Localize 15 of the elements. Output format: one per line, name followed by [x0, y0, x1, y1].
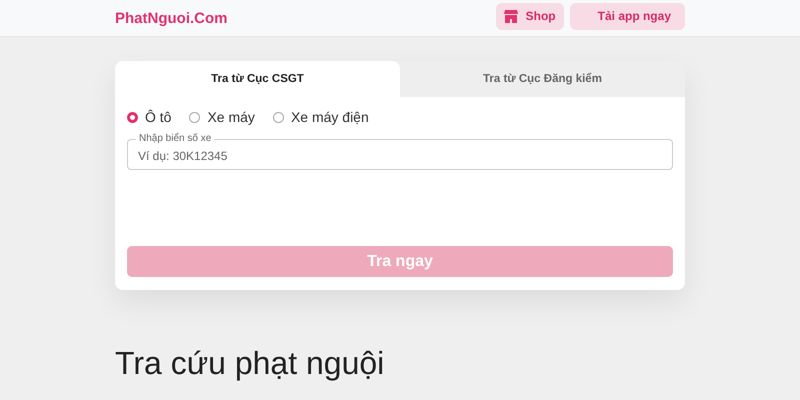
text-input[interactable]: Ví dụ: 30K12345 [128, 143, 672, 169]
radio-button[interactable] [127, 112, 138, 122]
download-app-button[interactable]: Tải app ngay [570, 2, 685, 30]
field-label: Nhập biển số xe [138, 133, 212, 145]
store-icon [504, 10, 518, 22]
page-heading: Tra cứu phạt nguội [115, 345, 386, 382]
plate-input-field[interactable]: Nhập biển số xe Ví dụ: 30K12345 [127, 133, 673, 170]
shop-button[interactable]: Shop [496, 2, 564, 30]
radio-label[interactable]: Ô tô [145, 109, 172, 125]
radio-button[interactable] [189, 112, 200, 122]
tab[interactable]: Tra từ Cục CSGT [115, 61, 400, 97]
radio-button[interactable] [272, 112, 284, 122]
radio-label[interactable]: Xe máy [207, 109, 255, 125]
site-logo[interactable]: PhatNguoi.Com [115, 10, 228, 26]
radio-label[interactable]: Xe máy điện [290, 109, 369, 125]
